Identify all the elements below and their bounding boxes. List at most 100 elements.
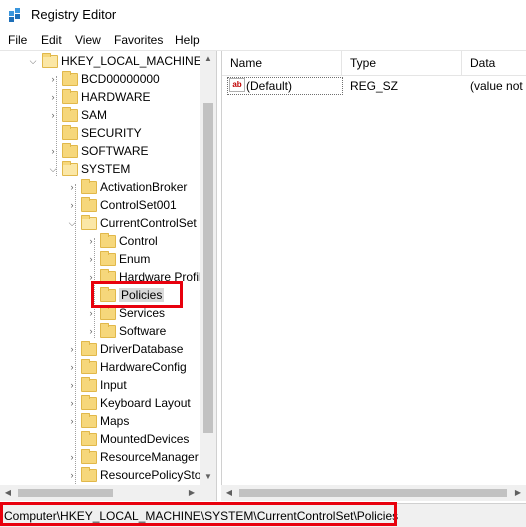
scrollbar-thumb[interactable]	[239, 489, 507, 497]
tree-item-enum[interactable]: › Enum	[84, 250, 150, 268]
tree-item-mounteddevices[interactable]: MountedDevices	[65, 430, 189, 448]
scroll-right-arrow-icon[interactable]: ▶	[510, 485, 526, 501]
menu-edit[interactable]: Edit	[39, 33, 64, 47]
chevron-right-icon[interactable]: ›	[46, 108, 60, 122]
chevron-down-icon[interactable]: ⌵	[26, 54, 40, 68]
tree-item-label: ActivationBroker	[100, 180, 188, 194]
value-name: (Default)	[246, 79, 293, 93]
chevron-right-icon[interactable]: ›	[46, 72, 60, 86]
chevron-right-icon[interactable]: ›	[84, 234, 98, 248]
column-header-name[interactable]: Name	[222, 51, 342, 75]
chevron-right-icon[interactable]: ›	[65, 414, 79, 428]
column-header-type[interactable]: Type	[342, 51, 462, 75]
highlight-address-path	[0, 502, 397, 526]
list-item[interactable]: ab (Default) REG_SZ (value not set)	[222, 77, 526, 95]
scroll-down-arrow-icon[interactable]: ▼	[200, 469, 216, 485]
scrollbar-thumb[interactable]	[18, 489, 113, 497]
tree-item-label: ControlSet001	[100, 198, 177, 212]
tree-item-resourcemanager[interactable]: › ResourceManager	[65, 448, 199, 466]
chevron-down-icon[interactable]: ⌵	[46, 162, 60, 176]
folder-icon	[81, 466, 97, 482]
chevron-right-icon[interactable]: ›	[65, 378, 79, 392]
folder-icon	[42, 52, 58, 68]
values-list[interactable]: Name Type Data ab (Default) REG_SZ (valu…	[221, 51, 526, 501]
tree-item-activationbroker[interactable]: › ActivationBroker	[65, 178, 187, 196]
folder-icon	[62, 88, 78, 104]
tree-item-sam[interactable]: › SAM	[46, 106, 107, 124]
chevron-right-icon[interactable]: ›	[65, 180, 79, 194]
folder-icon	[81, 448, 97, 464]
tree-item-label: Control	[119, 234, 158, 248]
tree-item-hardware[interactable]: › HARDWARE	[46, 88, 151, 106]
tree-item-controlset001[interactable]: › ControlSet001	[65, 196, 177, 214]
tree-item-label: MountedDevices	[100, 432, 190, 446]
folder-icon	[81, 412, 97, 428]
chevron-right-icon[interactable]: ›	[65, 450, 79, 464]
folder-icon	[81, 196, 97, 212]
tree-item-label: BCD00000000	[81, 72, 160, 86]
tree-item-label: Input	[100, 378, 127, 392]
tree-item-keyboard-layout[interactable]: › Keyboard Layout	[65, 394, 191, 412]
folder-icon	[100, 232, 116, 248]
string-value-icon: ab	[229, 78, 245, 92]
chevron-right-icon[interactable]: ›	[65, 396, 79, 410]
folder-icon	[81, 430, 97, 446]
tree-item-label: HardwareConfig	[100, 360, 187, 374]
menu-favorites[interactable]: Favorites	[112, 33, 165, 47]
scrollbar-thumb[interactable]	[203, 103, 213, 433]
tree-item-label: CurrentControlSet	[100, 216, 197, 230]
tree-item-system[interactable]: ⌵ SYSTEM	[46, 160, 130, 178]
tree-item-hardwareconfig[interactable]: › HardwareConfig	[65, 358, 187, 376]
chevron-right-icon[interactable]: ›	[65, 342, 79, 356]
chevron-right-icon[interactable]: ›	[65, 360, 79, 374]
chevron-down-icon[interactable]: ⌵	[65, 216, 79, 230]
tree-item-software[interactable]: › SOFTWARE	[46, 142, 149, 160]
tree-item-label: ResourceManager	[100, 450, 199, 464]
tree-item-label: Keyboard Layout	[100, 396, 191, 410]
scroll-right-arrow-icon[interactable]: ▶	[184, 485, 200, 501]
column-header-data[interactable]: Data	[462, 51, 526, 75]
tree-item-software-ccs[interactable]: › Software	[84, 322, 166, 340]
tree-item-security[interactable]: SECURITY	[46, 124, 142, 142]
list-horizontal-scrollbar[interactable]: ◀ ▶	[221, 485, 526, 501]
highlight-policies	[91, 281, 183, 308]
tree-item-bcd00000000[interactable]: › BCD00000000	[46, 70, 160, 88]
folder-icon	[81, 394, 97, 410]
folder-icon	[81, 340, 97, 356]
tree-item-currentcontrolset[interactable]: ⌵ CurrentControlSet	[65, 214, 197, 232]
tree-item-input[interactable]: › Input	[65, 376, 127, 394]
tree-item-control[interactable]: › Control	[84, 232, 158, 250]
tree-item-maps[interactable]: › Maps	[65, 412, 129, 430]
folder-icon	[81, 358, 97, 374]
chevron-right-icon[interactable]: ›	[84, 306, 98, 320]
folder-icon	[62, 70, 78, 86]
tree-item-hkey-local-machine[interactable]: ⌵ HKEY_LOCAL_MACHINE	[26, 52, 202, 70]
menu-file[interactable]: File	[6, 33, 29, 47]
scroll-left-arrow-icon[interactable]: ◀	[221, 485, 237, 501]
chevron-right-icon[interactable]: ›	[84, 252, 98, 266]
folder-icon	[100, 250, 116, 266]
scroll-up-arrow-icon[interactable]: ▲	[200, 51, 216, 67]
menu-view[interactable]: View	[73, 33, 103, 47]
tree-vertical-scrollbar[interactable]: ▲ ▼	[200, 51, 216, 485]
tree-item-resourcepolicystore[interactable]: › ResourcePolicyStore	[65, 466, 212, 484]
registry-tree[interactable]: ⌵ HKEY_LOCAL_MACHINE › BCD00000000 › HAR…	[0, 51, 217, 501]
value-type: REG_SZ	[350, 79, 399, 93]
tree-item-label: SAM	[81, 108, 108, 122]
folder-icon	[81, 214, 97, 230]
folder-icon	[100, 304, 116, 320]
chevron-right-icon[interactable]: ›	[65, 198, 79, 212]
menu-help[interactable]: Help	[173, 33, 202, 47]
menu-bar: File Edit View Favorites Help	[0, 30, 526, 50]
tree-horizontal-scrollbar[interactable]: ◀ ▶	[0, 485, 200, 501]
chevron-right-icon[interactable]: ›	[84, 324, 98, 338]
chevron-right-icon[interactable]: ›	[65, 468, 79, 482]
value-data: (value not set)	[470, 79, 526, 93]
tree-item-label: Services	[119, 306, 166, 320]
tree-item-label: Maps	[100, 414, 130, 428]
scroll-left-arrow-icon[interactable]: ◀	[0, 485, 16, 501]
chevron-right-icon[interactable]: ›	[46, 144, 60, 158]
chevron-right-icon[interactable]: ›	[46, 90, 60, 104]
tree-item-driverdatabase[interactable]: › DriverDatabase	[65, 340, 183, 358]
